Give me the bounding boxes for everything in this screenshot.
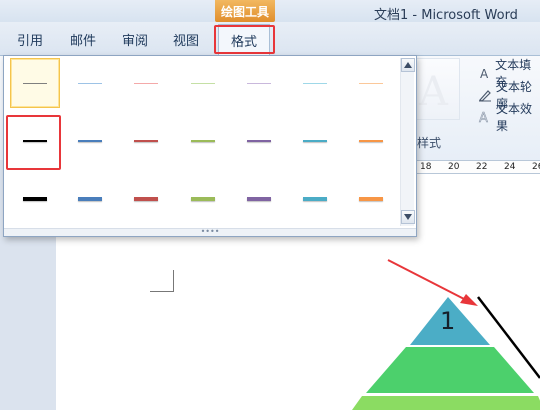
line-style-option-r2-c7[interactable] xyxy=(346,116,396,166)
tab-references[interactable]: 引用 xyxy=(17,30,43,49)
svg-text:A: A xyxy=(479,111,488,124)
line-style-gallery xyxy=(8,58,398,228)
tab-format[interactable]: 格式 xyxy=(218,24,271,56)
line-style-option-r1-c3[interactable] xyxy=(121,58,171,108)
line-style-option-r1-c7[interactable] xyxy=(346,58,396,108)
text-effects-icon: A xyxy=(478,110,492,124)
line-sample xyxy=(23,140,47,142)
line-style-gallery-dropdown: •••• xyxy=(3,55,417,237)
tab-mailings[interactable]: 邮件 xyxy=(70,30,96,49)
line-style-option-r2-c3[interactable] xyxy=(121,116,171,166)
line-sample xyxy=(303,82,327,84)
line-style-option-r3-c3[interactable] xyxy=(121,174,171,224)
line-sample xyxy=(247,197,271,201)
wordart-glyph: A xyxy=(419,69,448,115)
line-sample xyxy=(191,140,215,142)
line-style-option-r2-c6[interactable] xyxy=(290,116,340,166)
line-style-option-r1-c2[interactable] xyxy=(65,58,115,108)
line-style-option-r1-c4[interactable] xyxy=(178,58,228,108)
line-sample xyxy=(247,82,271,84)
chevron-up-icon xyxy=(404,62,412,68)
tab-review[interactable]: 审阅 xyxy=(122,30,148,49)
text-effects-label: 文本效果 xyxy=(496,102,533,133)
line-sample xyxy=(359,140,383,142)
dropdown-resize-grip[interactable]: •••• xyxy=(4,228,416,236)
gallery-scrollbar[interactable] xyxy=(400,58,415,226)
ribbon-tabs: 引用 邮件 审阅 视图 格式 xyxy=(0,22,540,56)
line-style-option-r2-c2[interactable] xyxy=(65,116,115,166)
pyramid-label-1: 1 xyxy=(440,307,456,335)
wordart-style-preview[interactable]: A xyxy=(410,58,460,120)
line-style-option-r2-c5[interactable] xyxy=(234,116,284,166)
line-style-option-r3-c1[interactable] xyxy=(10,174,60,224)
line-style-option-r3-c2[interactable] xyxy=(65,174,115,224)
chevron-down-icon xyxy=(404,214,412,220)
line-style-option-r3-c6[interactable] xyxy=(290,174,340,224)
drawing-tools-context-tab[interactable]: 绘图工具 xyxy=(215,0,275,22)
line-sample xyxy=(78,197,102,201)
text-effects-button[interactable]: A 文本效果 xyxy=(478,100,540,134)
page-margin-corner-mark xyxy=(150,270,174,292)
line-style-option-r1-c6[interactable] xyxy=(290,58,340,108)
window-title: 文档1 - Microsoft Word xyxy=(374,8,518,23)
scroll-up-button[interactable] xyxy=(401,58,415,72)
line-sample xyxy=(191,197,215,201)
line-sample xyxy=(78,140,102,142)
ruler-tick: 24 xyxy=(504,162,516,172)
ruler-tick: 26 xyxy=(532,162,540,172)
line-sample xyxy=(359,197,383,201)
ruler-tick: 22 xyxy=(476,162,488,172)
line-sample xyxy=(134,197,158,201)
line-style-option-r1-c5[interactable] xyxy=(234,58,284,108)
line-sample xyxy=(23,197,47,201)
line-sample xyxy=(78,82,102,84)
tab-view[interactable]: 视图 xyxy=(173,30,199,49)
line-sample xyxy=(191,82,215,84)
line-style-option-r3-c5[interactable] xyxy=(234,174,284,224)
line-style-option-r2-c1[interactable] xyxy=(10,116,60,166)
styles-group-label: 样式 xyxy=(417,136,442,150)
line-style-option-r1-c1[interactable] xyxy=(10,58,60,108)
line-style-option-r3-c4[interactable] xyxy=(178,174,228,224)
horizontal-ruler[interactable]: 18 20 22 24 26 xyxy=(416,160,540,174)
line-sample xyxy=(303,197,327,201)
ruler-tick: 20 xyxy=(448,162,460,172)
line-style-option-r2-c4[interactable] xyxy=(178,116,228,166)
ruler-tick: 18 xyxy=(420,162,432,172)
line-style-option-r3-c7[interactable] xyxy=(346,174,396,224)
line-sample xyxy=(134,82,158,84)
line-sample xyxy=(303,140,327,142)
line-sample xyxy=(23,82,47,84)
line-sample xyxy=(247,140,271,142)
line-sample xyxy=(359,82,383,84)
line-sample xyxy=(134,140,158,142)
scroll-down-button[interactable] xyxy=(401,210,415,224)
